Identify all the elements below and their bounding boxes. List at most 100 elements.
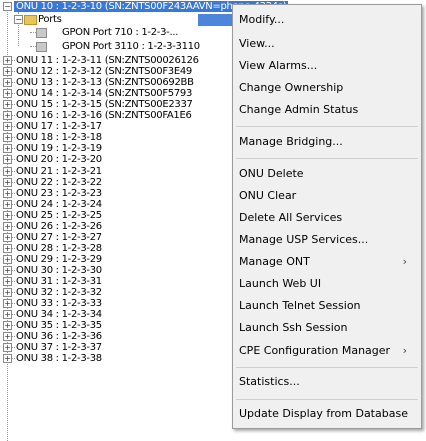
menu-item-launch-telnet-session[interactable]: Launch Telnet Session [239, 297, 361, 315]
expand-icon[interactable]: + [3, 144, 12, 154]
tree-row-label: ONU 22 : 1-2-3-22 [16, 176, 102, 188]
expand-icon[interactable]: + [3, 100, 12, 110]
menu-item-onu-clear[interactable]: ONU Clear [239, 187, 296, 205]
expand-icon[interactable]: + [3, 67, 12, 77]
expand-icon[interactable]: + [3, 111, 12, 121]
expand-icon[interactable]: + [3, 78, 12, 88]
tree-row-label: ONU 16 : 1-2-3-16 (SN:ZNTS00FA1E6 [16, 110, 192, 122]
menu-item-manage-bridging[interactable]: Manage Bridging... [239, 133, 343, 151]
expand-icon[interactable]: + [3, 232, 12, 242]
menu-item-label: Manage ONT [239, 255, 310, 268]
expand-icon[interactable]: + [3, 288, 12, 298]
tree-branch-line [12, 148, 15, 150]
menu-separator [236, 158, 418, 159]
tree-row-label: ONU 27 : 1-2-3-27 [16, 231, 102, 243]
expand-icon[interactable]: + [3, 321, 12, 331]
expand-icon[interactable]: + [3, 166, 12, 176]
tree-branch-line [12, 115, 15, 117]
expand-icon[interactable]: + [3, 343, 12, 353]
tree-row-label: ONU 37 : 1-2-3-37 [16, 342, 102, 354]
expand-icon[interactable]: + [3, 221, 12, 231]
menu-item-change-admin-status[interactable]: Change Admin Status [239, 101, 358, 119]
expand-icon[interactable]: + [3, 254, 12, 264]
tree-row-label: ONU 34 : 1-2-3-34 [16, 309, 102, 321]
tree-branch-line [12, 292, 15, 294]
menu-item-manage-ont[interactable]: Manage ONT › [239, 253, 415, 271]
tree-row-label: ONU 29 : 1-2-3-29 [16, 253, 102, 265]
menu-item-change-ownership[interactable]: Change Ownership [239, 79, 343, 97]
tree-row-label: ONU 14 : 1-2-3-14 (SN:ZNTS00F5793 [16, 88, 193, 100]
tree-row-label: ONU 35 : 1-2-3-35 [16, 320, 102, 332]
tree-branch-line [12, 126, 15, 128]
tree-branch-line [12, 159, 15, 161]
tree-branch-line [12, 104, 15, 106]
tree-row-label: ONU 28 : 1-2-3-28 [16, 242, 102, 254]
tree-branch-line [12, 170, 15, 172]
tree-branch-line [12, 325, 15, 327]
port-icon [36, 28, 47, 38]
expand-icon[interactable]: + [3, 277, 12, 286]
tree-row-label: ONU 33 : 1-2-3-33 [16, 298, 102, 310]
tree-branch-line [12, 314, 15, 316]
menu-item-label: CPE Configuration Manager [239, 344, 391, 357]
expand-icon[interactable]: + [3, 177, 12, 187]
menu-item-onu-delete[interactable]: ONU Delete [239, 165, 304, 183]
tree-row-label: ONU 25 : 1-2-3-25 [16, 209, 102, 221]
tree-branch-line [12, 82, 15, 84]
expand-icon[interactable]: + [3, 188, 12, 198]
tree-row-label: ONU 18 : 1-2-3-18 [16, 132, 102, 144]
tree-row-label: ONU 12 : 1-2-3-12 (SN:ZNTS00F3E49 [16, 66, 192, 78]
menu-separator [236, 399, 418, 400]
tree-row-label: ONU 30 : 1-2-3-30 [16, 264, 102, 276]
expand-icon[interactable]: + [3, 133, 12, 143]
tree-row-label: GPON Port 3110 : 1-2-3-3110 [62, 41, 200, 52]
tree-row-label: ONU 13 : 1-2-3-13 (SN:ZNTS00692BB [16, 77, 194, 89]
tree-branch-line [12, 214, 15, 216]
expand-icon[interactable]: + [3, 122, 12, 132]
menu-item-modify[interactable]: Modify... [239, 11, 284, 29]
menu-item-manage-usp-services[interactable]: Manage USP Services... [239, 231, 368, 249]
tree-branch-line [12, 71, 15, 73]
submenu-arrow-icon: › [402, 255, 407, 268]
tree-row-label: ONU 31 : 1-2-3-31 [16, 276, 102, 287]
tree-branch-line [12, 137, 15, 139]
collapse-icon[interactable]: − [3, 2, 12, 11]
expand-icon[interactable]: + [3, 89, 12, 99]
menu-item-delete-all-services[interactable]: Delete All Services [239, 209, 342, 227]
tree-branch-line [12, 225, 15, 227]
tree-row-label: ONU 15 : 1-2-3-15 (SN:ZNTS00E2337 [16, 99, 193, 111]
tree-row-label: ONU 21 : 1-2-3-21 [16, 165, 102, 177]
menu-item-view[interactable]: View... [239, 35, 275, 53]
tree-branch-line [12, 60, 15, 61]
context-menu: Modify... View... View Alarms... Change … [232, 4, 422, 429]
expand-icon[interactable]: + [3, 210, 12, 220]
expand-icon[interactable]: + [3, 56, 12, 65]
tree-branch-line [12, 203, 15, 205]
menu-item-cpe-configuration-manager[interactable]: CPE Configuration Manager › [239, 342, 415, 360]
tree-branch-line [12, 93, 15, 95]
tree-branch-line [12, 281, 15, 282]
tree-row-label: ONU 19 : 1-2-3-19 [16, 143, 102, 155]
tree-branch-line [12, 347, 15, 349]
expand-icon[interactable]: + [3, 243, 12, 253]
expand-icon[interactable]: + [3, 332, 12, 342]
menu-item-launch-ssh-session[interactable]: Launch Ssh Session [239, 319, 347, 337]
collapse-icon[interactable]: − [14, 15, 23, 24]
menu-item-update-display-from-database[interactable]: Update Display from Database [239, 405, 408, 423]
tree-branch-line [12, 336, 15, 338]
tree-branch-line [12, 358, 15, 360]
menu-item-statistics[interactable]: Statistics... [239, 373, 300, 391]
expand-icon[interactable]: + [3, 265, 12, 275]
expand-icon[interactable]: + [3, 199, 12, 209]
tree-row-label: ONU 32 : 1-2-3-32 [16, 287, 102, 299]
expand-icon[interactable]: + [3, 310, 12, 320]
tree-row-label: ONU 36 : 1-2-3-36 [16, 331, 102, 343]
tree-row-label: ONU 20 : 1-2-3-20 [16, 154, 102, 166]
expand-icon[interactable]: + [3, 155, 12, 165]
menu-item-view-alarms[interactable]: View Alarms... [239, 57, 317, 75]
expand-icon[interactable]: + [3, 354, 12, 364]
expand-icon[interactable]: + [3, 299, 12, 309]
menu-separator [236, 126, 418, 127]
menu-item-launch-web-ui[interactable]: Launch Web UI [239, 275, 321, 293]
menu-separator [236, 367, 418, 368]
